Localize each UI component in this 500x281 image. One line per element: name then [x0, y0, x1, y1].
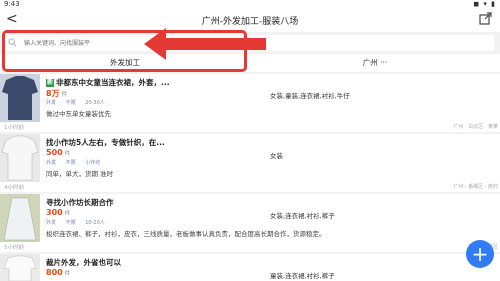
listing-price: 300 件 [46, 208, 70, 217]
listing-title-text: 非都东中女童当连衣裙，外套，... [56, 78, 170, 87]
listing-tags: 外发 不限 20-30人 [46, 99, 113, 106]
share-icon[interactable] [478, 12, 492, 26]
add-listing-button[interactable]: + [466, 240, 494, 268]
tag: 20-30人 [85, 100, 105, 106]
listing-title: 裁片外发，外省也可以 [46, 257, 121, 268]
new-badge: 新 [46, 79, 54, 87]
tag: 不限 [65, 100, 76, 106]
tag: 外发 [46, 220, 57, 226]
listing-description: 做过中东单女童装优先 [46, 110, 111, 118]
price-unit: 件 [64, 151, 71, 157]
tag: 外发 [46, 100, 57, 106]
price-value: 500 [46, 148, 63, 157]
listing-title: 新非都东中女童当连衣裙，外套，... [46, 77, 170, 88]
annotation-arrow [144, 28, 266, 60]
listing-price: 8万件 [46, 88, 67, 99]
tag: 外发 [46, 160, 57, 166]
product-thumbnail[interactable] [0, 194, 40, 242]
listing-location: 广州 · 白云区 · 某某 [453, 124, 498, 130]
tag: 不限 [65, 160, 76, 166]
price-value: 8万 [46, 89, 60, 98]
listing-time: 4小时前 [4, 185, 24, 191]
price-unit: 件 [64, 211, 71, 217]
product-thumbnail[interactable] [0, 254, 40, 281]
listing-tags: 外发 不限 小作坊 [46, 159, 108, 166]
listing-time: 5小时前 [4, 245, 24, 251]
product-thumbnail[interactable] [0, 74, 40, 122]
listing-price: 500 件 [46, 148, 70, 157]
tag: 不限 [65, 220, 76, 226]
listing-title-text: 找小作坊5人左右，专做针织，在... [46, 138, 165, 147]
listing-category: 童装,连衣裙,衬衫,裤子 [270, 272, 335, 280]
list-item[interactable]: 裁片外发，外省也可以 800 件 童装,连衣裙,衬衫,裤子 [0, 254, 500, 281]
listing-price: 800 件 [46, 268, 70, 277]
list-item[interactable]: 找小作坊5人左右，专做针织，在... 500 件 外发 不限 小作坊 同单，单大，… [0, 134, 500, 192]
listing-title-text: 裁片外发，外省也可以 [46, 258, 121, 267]
listing-category: 女装,连衣裙,衬衫,裤子 [270, 212, 335, 220]
listing-category: 女装,童装,连衣裙,衬衫,牛仔 [270, 92, 350, 100]
price-unit: 件 [61, 92, 68, 98]
status-time: 9:43 [4, 0, 20, 8]
listing-title: 找小作坊5人左右，专做针织，在... [46, 137, 165, 148]
listing-description: 同单，单大，货期 准时 [46, 170, 114, 178]
tab-location[interactable]: 广州 ··· [250, 54, 500, 72]
listing-tags: 外发 不限 10-20人 [46, 219, 113, 226]
tag: 10-20人 [85, 220, 105, 226]
status-bar: 9:43 ◼ ▾ ▮ [0, 0, 500, 8]
listing-title-text: 寻找小作坊长期合作 [46, 198, 114, 207]
tag: 小作坊 [85, 160, 101, 166]
product-thumbnail[interactable] [0, 134, 40, 182]
listing-time: 1小时前 [4, 125, 24, 131]
price-value: 800 [46, 268, 63, 277]
listing-category: 女装 [270, 152, 283, 160]
list-item[interactable]: 寻找小作坊长期合作 300 件 外发 不限 10-20人 梭织连衣裙、裤子，衬衫，… [0, 194, 500, 252]
price-value: 300 [46, 208, 63, 217]
tab-location-label: 广州 ··· [362, 58, 388, 67]
list-item[interactable]: 新非都东中女童当连衣裙，外套，... 8万件 外发 不限 20-30人 做过中东… [0, 74, 500, 132]
status-icons: ◼ ▾ ▮ [473, 0, 496, 8]
price-unit: 件 [64, 271, 71, 277]
listing-title: 寻找小作坊长期合作 [46, 197, 114, 208]
listing-description: 梭织连衣裙、裤子，衬衫，皮衣，三线质量，老板做事认真负责，配合度高长期合作，货源… [46, 230, 326, 238]
listing-location: 广州 · 番禺区 · 南村 [453, 184, 498, 190]
